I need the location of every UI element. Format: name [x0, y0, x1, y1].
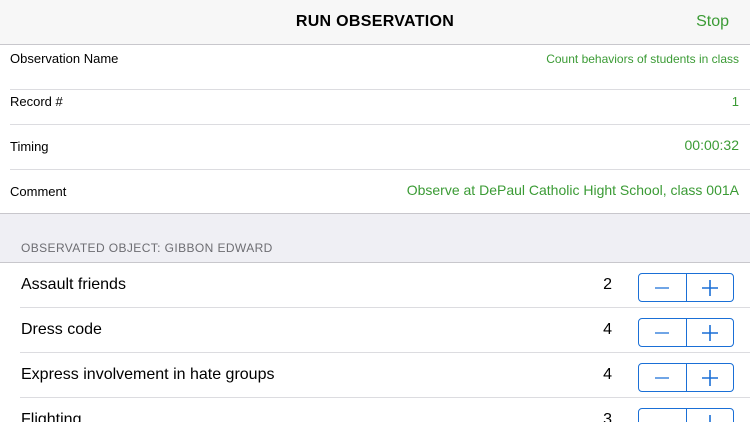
- increment-button[interactable]: [687, 319, 734, 346]
- behavior-row: Flighting 3: [0, 398, 750, 422]
- behavior-row: Express involvement in hate groups 4: [0, 353, 750, 398]
- plus-icon: [701, 414, 718, 422]
- increment-button[interactable]: [687, 274, 734, 301]
- behavior-label: Flighting: [21, 411, 82, 422]
- decrement-button[interactable]: [639, 274, 687, 301]
- navigation-bar: RUN OBSERVATION Stop: [0, 0, 750, 45]
- minus-icon: [655, 331, 670, 334]
- record-number-value: 1: [731, 94, 739, 109]
- observation-info: Observation Name Count behaviors of stud…: [0, 45, 750, 214]
- timing-row: Timing 00:00:32: [0, 124, 750, 170]
- behavior-row: Dress code 4: [0, 308, 750, 353]
- minus-icon: [655, 286, 670, 289]
- plus-icon: [701, 324, 718, 341]
- decrement-button[interactable]: [639, 319, 687, 346]
- behavior-counter-list: Assault friends 2 Dress code 4 Express i…: [0, 262, 750, 422]
- increment-button[interactable]: [687, 409, 734, 422]
- page-title: RUN OBSERVATION: [295, 13, 455, 30]
- plus-icon: [701, 279, 718, 296]
- plus-icon: [701, 369, 718, 386]
- behavior-label: Dress code: [21, 321, 102, 338]
- timing-value: 00:00:32: [684, 137, 740, 153]
- decrement-button[interactable]: [639, 364, 687, 391]
- observation-name-label: Observation Name: [10, 51, 119, 66]
- comment-value: Observe at DePaul Catholic Hight School,…: [406, 182, 739, 198]
- behavior-label: Assault friends: [21, 276, 126, 293]
- record-number-row: Record # 1: [0, 79, 750, 125]
- stop-button[interactable]: Stop: [696, 13, 729, 31]
- behavior-stepper: [638, 318, 734, 347]
- timing-label: Timing: [10, 139, 49, 154]
- behavior-stepper: [638, 273, 734, 302]
- comment-label: Comment: [10, 184, 67, 199]
- increment-button[interactable]: [687, 364, 734, 391]
- behavior-stepper: [638, 408, 734, 422]
- behavior-count: 4: [603, 366, 612, 383]
- behavior-stepper: [638, 363, 734, 392]
- decrement-button[interactable]: [639, 409, 687, 422]
- minus-icon: [655, 421, 670, 422]
- comment-row: Comment Observe at DePaul Catholic Hight…: [0, 169, 750, 214]
- behavior-count: 2: [603, 276, 612, 293]
- behavior-count: 3: [603, 411, 612, 422]
- behavior-label: Express involvement in hate groups: [21, 366, 275, 383]
- minus-icon: [655, 376, 670, 379]
- observed-object-header: OBSERVATED OBJECT: GIBBON EDWARD: [21, 241, 273, 255]
- observation-name-value: Count behaviors of students in class: [546, 52, 739, 66]
- record-number-label: Record #: [10, 94, 63, 109]
- behavior-row: Assault friends 2: [0, 263, 750, 308]
- behavior-count: 4: [603, 321, 612, 338]
